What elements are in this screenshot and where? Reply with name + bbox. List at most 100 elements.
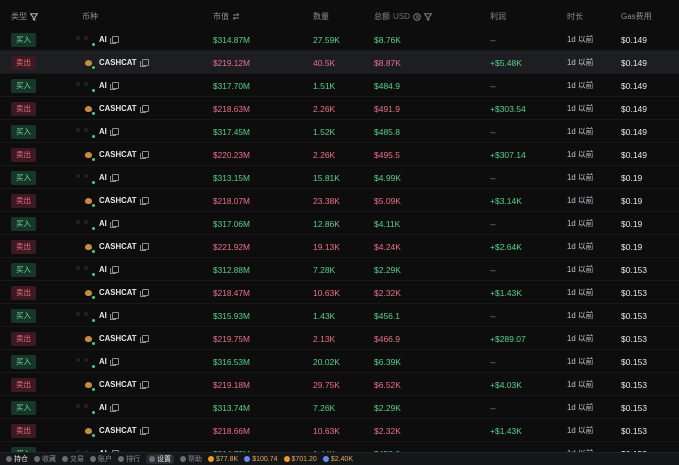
copy-icon[interactable] [109,82,119,90]
copy-icon[interactable] [139,427,149,435]
sell-badge: 卖出 [11,423,36,438]
token-cell[interactable]: CASHCAT [82,235,149,258]
rank-icon [118,456,124,462]
copy-icon[interactable] [109,358,119,366]
gas-fee: $0.19 [621,218,643,229]
footer-item-4[interactable]: 排行 [118,454,140,464]
token-avatar [82,401,96,415]
duration: 1d 以前 [567,81,594,90]
gas-fee: $0.153 [621,264,647,275]
header-mcap[interactable]: 市值 [213,11,240,22]
footer-item-3[interactable]: 账户 [90,454,112,464]
table-row[interactable]: 买入 AI $313.15M 15.81K $4.99K -- 1d 以前 $0… [0,166,679,189]
footer-item-5[interactable]: 设置 [146,454,174,464]
copy-icon[interactable] [139,335,149,343]
duration: 1d 以前 [567,173,594,182]
buy-badge: 买入 [11,170,36,185]
gas-fee: $0.153 [621,425,647,436]
duration: 1d 以前 [567,288,594,297]
table-row[interactable]: 买入 AI $317.45M 1.52K $485.8 -- 1d 以前 $0.… [0,120,679,143]
token-cell[interactable]: AI [82,74,119,97]
token-avatar [82,355,96,369]
token-cell[interactable]: CASHCAT [82,281,149,304]
table-row[interactable]: 卖出 CASHCAT $219.12M 40.5K $8.87K +$5.48K… [0,51,679,74]
token-cell[interactable]: CASHCAT [82,373,149,396]
table-row[interactable]: 买入 AI $314.87M 27.59K $8.76K -- 1d 以前 $0… [0,28,679,51]
token-name: CASHCAT [99,58,137,67]
token-cell[interactable]: AI [82,350,119,373]
filter-icon[interactable] [30,12,38,21]
table-row[interactable]: 买入 AI $313.74M 7.26K $2.29K -- 1d 以前 $0.… [0,396,679,419]
profit: +$303.54 [490,103,526,114]
table-row[interactable]: 卖出 CASHCAT $220.23M 2.26K $495.5 +$307.1… [0,143,679,166]
duration: 1d 以前 [567,311,594,320]
token-cell[interactable]: AI [82,212,119,235]
table-row[interactable]: 卖出 CASHCAT $218.66M 10.63K $2.32K +$1.43… [0,419,679,442]
token-avatar [82,56,96,70]
token-name: AI [99,357,107,366]
token-cell[interactable]: CASHCAT [82,51,149,74]
token-cell[interactable]: CASHCAT [82,97,149,120]
table-row[interactable]: 买入 AI $317.70M 1.51K $484.9 -- 1d 以前 $0.… [0,74,679,97]
footer-item-6[interactable]: 帮助 [180,454,202,464]
copy-icon[interactable] [109,404,119,412]
table-row[interactable]: 卖出 CASHCAT $218.07M 23.38K $5.09K +$3.14… [0,189,679,212]
table-row[interactable]: 卖出 CASHCAT $218.47M 10.63K $2.32K +$1.43… [0,281,679,304]
amount: 2.26K [313,149,336,160]
swap-icon[interactable] [232,13,240,20]
token-cell[interactable]: CASHCAT [82,327,149,350]
token-cell[interactable]: AI [82,258,119,281]
token-cell[interactable]: AI [82,166,119,189]
gas-fee: $0.149 [621,103,647,114]
token-name: CASHCAT [99,150,137,159]
table-row[interactable]: 买入 AI $315.93M 1.43K $456.1 -- 1d 以前 $0.… [0,304,679,327]
copy-icon[interactable] [109,174,119,182]
copy-icon[interactable] [109,312,119,320]
token-cell[interactable]: CASHCAT [82,419,149,442]
copy-icon[interactable] [139,59,149,67]
copy-icon[interactable] [109,128,119,136]
token-cell[interactable]: AI [82,396,119,419]
copy-icon[interactable] [139,105,149,113]
total-usd: $4.99K [374,172,401,183]
token-cell[interactable]: AI [82,28,119,51]
currency-toggle-icon[interactable] [413,12,421,21]
account-icon [90,456,96,462]
table-row[interactable]: 买入 AI $312.88M 7.28K $2.29K -- 1d 以前 $0.… [0,258,679,281]
copy-icon[interactable] [139,151,149,159]
amount: 1.43K [313,310,336,321]
header-type[interactable]: 类型 [11,11,38,22]
chart-icon [6,456,12,462]
copy-icon[interactable] [139,381,149,389]
token-cell[interactable]: AI [82,304,119,327]
copy-icon[interactable] [109,266,119,274]
copy-icon[interactable] [139,197,149,205]
market-cap: $218.66M [213,425,250,436]
table-row[interactable]: 买入 AI $317.06M 12.86K $4.11K -- 1d 以前 $0… [0,212,679,235]
table-row[interactable]: 卖出 CASHCAT $221.92M 19.13K $4.24K +$2.64… [0,235,679,258]
token-cell[interactable]: AI [82,120,119,143]
footer-item-0[interactable]: 持仓 [6,454,28,464]
copy-icon[interactable] [109,36,119,44]
duration: 1d 以前 [567,380,594,389]
copy-icon[interactable] [109,220,119,228]
duration: 1d 以前 [567,403,594,412]
table-row[interactable]: 卖出 CASHCAT $218.63M 2.26K $491.9 +$303.5… [0,97,679,120]
token-cell[interactable]: CASHCAT [82,143,149,166]
token-cell[interactable]: CASHCAT [82,189,149,212]
copy-icon[interactable] [139,243,149,251]
copy-icon[interactable] [139,289,149,297]
filter-icon[interactable] [423,12,432,21]
gas-fee: $0.19 [621,241,643,252]
footer-item-2[interactable]: 交易 [62,454,84,464]
table-row[interactable]: 卖出 CASHCAT $219.75M 2.13K $466.9 +$289.0… [0,327,679,350]
token-name: CASHCAT [99,196,137,205]
table-row[interactable]: 买入 AI $316.53M 20.02K $6.39K -- 1d 以前 $0… [0,350,679,373]
gas-fee: $0.19 [621,172,643,183]
profit: -- [490,80,496,91]
footer-item-1[interactable]: 收藏 [34,454,56,464]
header-total[interactable]: 总额 USD [374,11,432,22]
table-row[interactable]: 卖出 CASHCAT $219.18M 29.75K $6.52K +$4.03… [0,373,679,396]
btc-icon [208,456,214,462]
sell-badge: 卖出 [11,55,36,70]
